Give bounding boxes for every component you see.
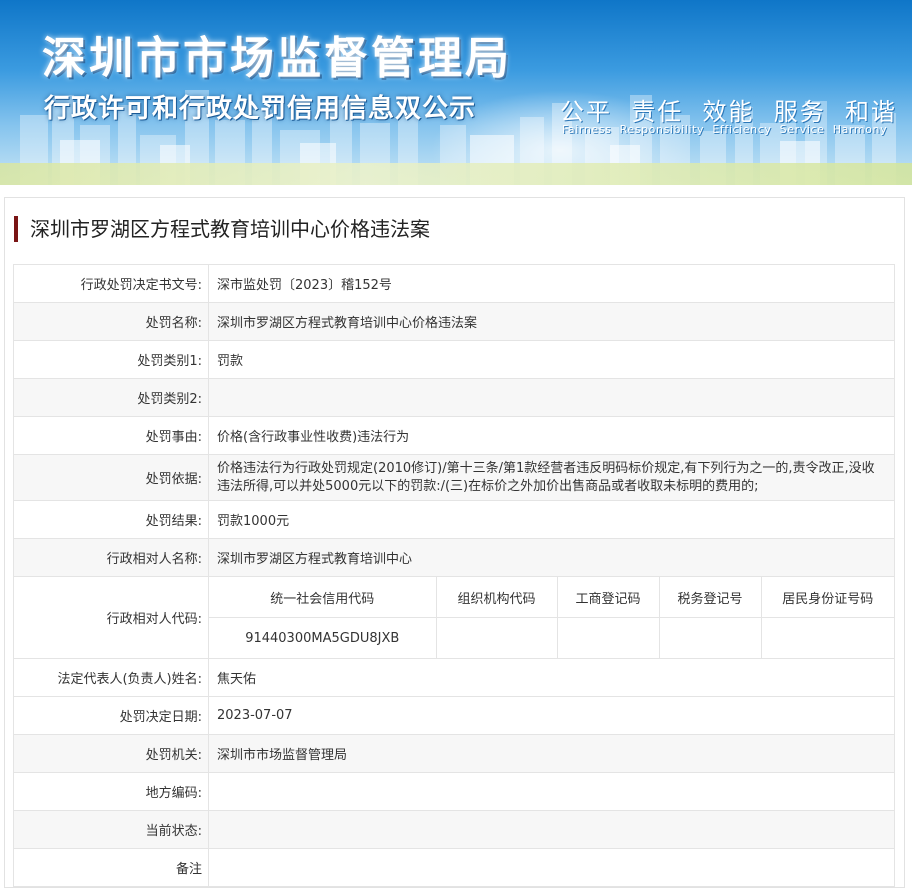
header-banner: 深圳市市场监督管理局 行政许可和行政处罚信用信息双公示 公平 责任 效能 服务 … xyxy=(0,0,912,185)
row-party-name: 行政相对人名称: 深圳市罗湖区方程式教育培训中心 xyxy=(13,538,895,577)
value-remark xyxy=(208,848,895,887)
label-penalty-name: 处罚名称: xyxy=(13,302,209,341)
label-penalty-type2: 处罚类别2: xyxy=(13,378,209,417)
case-info-table: 行政处罚决定书文号: 深市监处罚〔2023〕稽152号 处罚名称: 深圳市罗湖区… xyxy=(13,264,895,887)
row-decision-date: 处罚决定日期: 2023-07-07 xyxy=(13,696,895,735)
label-decision-no: 行政处罚决定书文号: xyxy=(13,264,209,303)
value-penalty-type2 xyxy=(208,378,895,417)
value-party-name: 深圳市罗湖区方程式教育培训中心 xyxy=(208,538,895,577)
value-status xyxy=(208,810,895,849)
party-code-header-row: 统一社会信用代码 组织机构代码 工商登记码 税务登记号 居民身份证号码 xyxy=(209,577,894,618)
row-legal-rep: 法定代表人(负责人)姓名: 焦天佑 xyxy=(13,658,895,697)
row-penalty-type1: 处罚类别1: 罚款 xyxy=(13,340,895,379)
label-decision-date: 处罚决定日期: xyxy=(13,696,209,735)
row-decision-no: 行政处罚决定书文号: 深市监处罚〔2023〕稽152号 xyxy=(13,264,895,303)
value-penalty-type1: 罚款 xyxy=(208,340,895,379)
value-legal-rep: 焦天佑 xyxy=(208,658,895,697)
row-result: 处罚结果: 罚款1000元 xyxy=(13,500,895,539)
site-title: 深圳市市场监督管理局 xyxy=(42,33,512,84)
row-remark: 备注 xyxy=(13,848,895,887)
row-penalty-name: 处罚名称: 深圳市罗湖区方程式教育培训中心价格违法案 xyxy=(13,302,895,341)
label-party-code: 行政相对人代码: xyxy=(13,576,209,659)
slogan-chinese: 公平 责任 效能 服务 和谐 xyxy=(560,98,898,126)
row-reason: 处罚事由: 价格(含行政事业性收费)违法行为 xyxy=(13,416,895,455)
label-legal-rep: 法定代表人(负责人)姓名: xyxy=(13,658,209,697)
value-org-code xyxy=(435,617,558,658)
case-detail-panel: 深圳市罗湖区方程式教育培训中心价格违法案 行政处罚决定书文号: 深市监处罚〔20… xyxy=(4,197,905,888)
label-basis: 处罚依据: xyxy=(13,454,209,501)
header-credit-code: 统一社会信用代码 xyxy=(209,577,437,618)
value-id-card-no xyxy=(760,617,894,658)
row-basis: 处罚依据: 价格违法行为行政处罚规定(2010修订)/第十三条/第1款经营者违反… xyxy=(13,454,895,501)
header-business-reg-code: 工商登记码 xyxy=(556,577,660,618)
value-penalty-name: 深圳市罗湖区方程式教育培训中心价格违法案 xyxy=(208,302,895,341)
value-authority: 深圳市市场监督管理局 xyxy=(208,734,895,773)
header-tax-reg-no: 税务登记号 xyxy=(658,577,762,618)
label-authority: 处罚机关: xyxy=(13,734,209,773)
value-reason: 价格(含行政事业性收费)违法行为 xyxy=(208,416,895,455)
row-authority: 处罚机关: 深圳市市场监督管理局 xyxy=(13,734,895,773)
label-region-code: 地方编码: xyxy=(13,772,209,811)
row-penalty-type2: 处罚类别2: xyxy=(13,378,895,417)
row-region-code: 地方编码: xyxy=(13,772,895,811)
value-decision-date: 2023-07-07 xyxy=(208,696,895,735)
slogan-english: Fairness Responsibility Efficiency Servi… xyxy=(562,123,888,136)
header-org-code: 组织机构代码 xyxy=(435,577,558,618)
label-result: 处罚结果: xyxy=(13,500,209,539)
value-credit-code: 91440300MA5GDU8JXB xyxy=(209,617,437,658)
value-basis: 价格违法行为行政处罚规定(2010修订)/第十三条/第1款经营者违反明码标价规定… xyxy=(208,454,895,501)
label-remark: 备注 xyxy=(13,848,209,887)
label-reason: 处罚事由: xyxy=(13,416,209,455)
label-penalty-type1: 处罚类别1: xyxy=(13,340,209,379)
value-region-code xyxy=(208,772,895,811)
label-status: 当前状态: xyxy=(13,810,209,849)
case-title: 深圳市罗湖区方程式教育培训中心价格违法案 xyxy=(14,216,430,242)
row-status: 当前状态: xyxy=(13,810,895,849)
party-code-value-row: 91440300MA5GDU8JXB xyxy=(209,617,894,658)
header-id-card-no: 居民身份证号码 xyxy=(760,577,894,618)
value-decision-no: 深市监处罚〔2023〕稽152号 xyxy=(208,264,895,303)
label-party-name: 行政相对人名称: xyxy=(13,538,209,577)
banner-ground xyxy=(0,163,912,185)
party-code-cell: 统一社会信用代码 组织机构代码 工商登记码 税务登记号 居民身份证号码 9144… xyxy=(208,576,895,659)
site-subtitle: 行政许可和行政处罚信用信息双公示 xyxy=(44,94,477,124)
party-code-table: 统一社会信用代码 组织机构代码 工商登记码 税务登记号 居民身份证号码 9144… xyxy=(209,577,894,658)
row-party-code: 行政相对人代码: 统一社会信用代码 组织机构代码 工商登记码 税务登记号 居民身… xyxy=(13,576,895,659)
value-business-reg-code xyxy=(556,617,660,658)
value-result: 罚款1000元 xyxy=(208,500,895,539)
value-tax-reg-no xyxy=(658,617,762,658)
